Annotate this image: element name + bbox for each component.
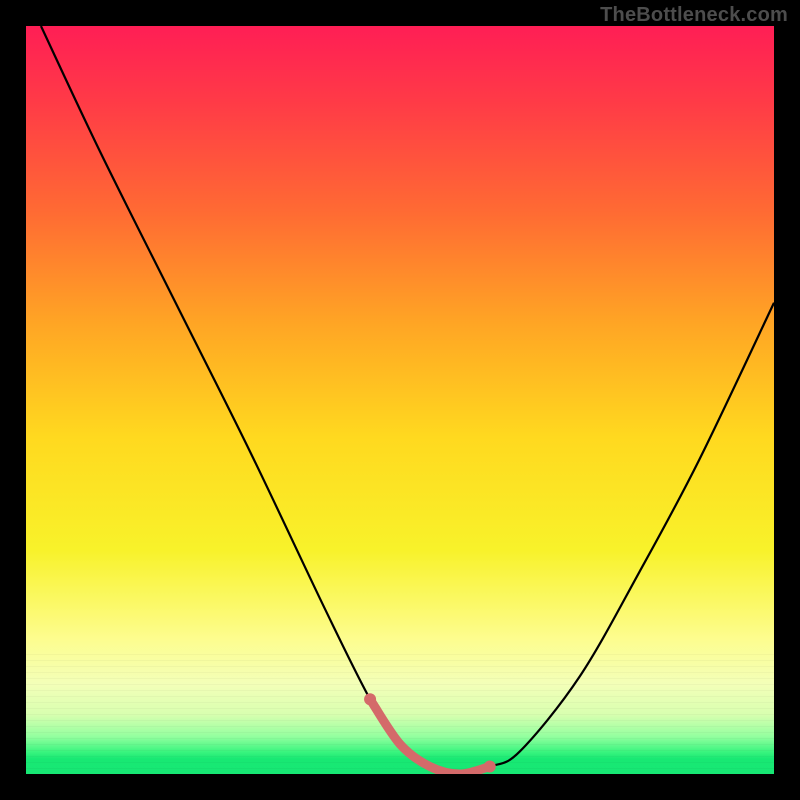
curve-layer [26, 26, 774, 774]
watermark-text: TheBottleneck.com [600, 4, 788, 27]
optimal-range-end-dot [484, 761, 496, 773]
plot-area [26, 26, 774, 774]
optimal-range-highlight [370, 699, 490, 774]
optimal-range-start-dot [364, 693, 376, 705]
chart-frame: TheBottleneck.com [0, 0, 800, 800]
bottleneck-curve [41, 26, 774, 774]
